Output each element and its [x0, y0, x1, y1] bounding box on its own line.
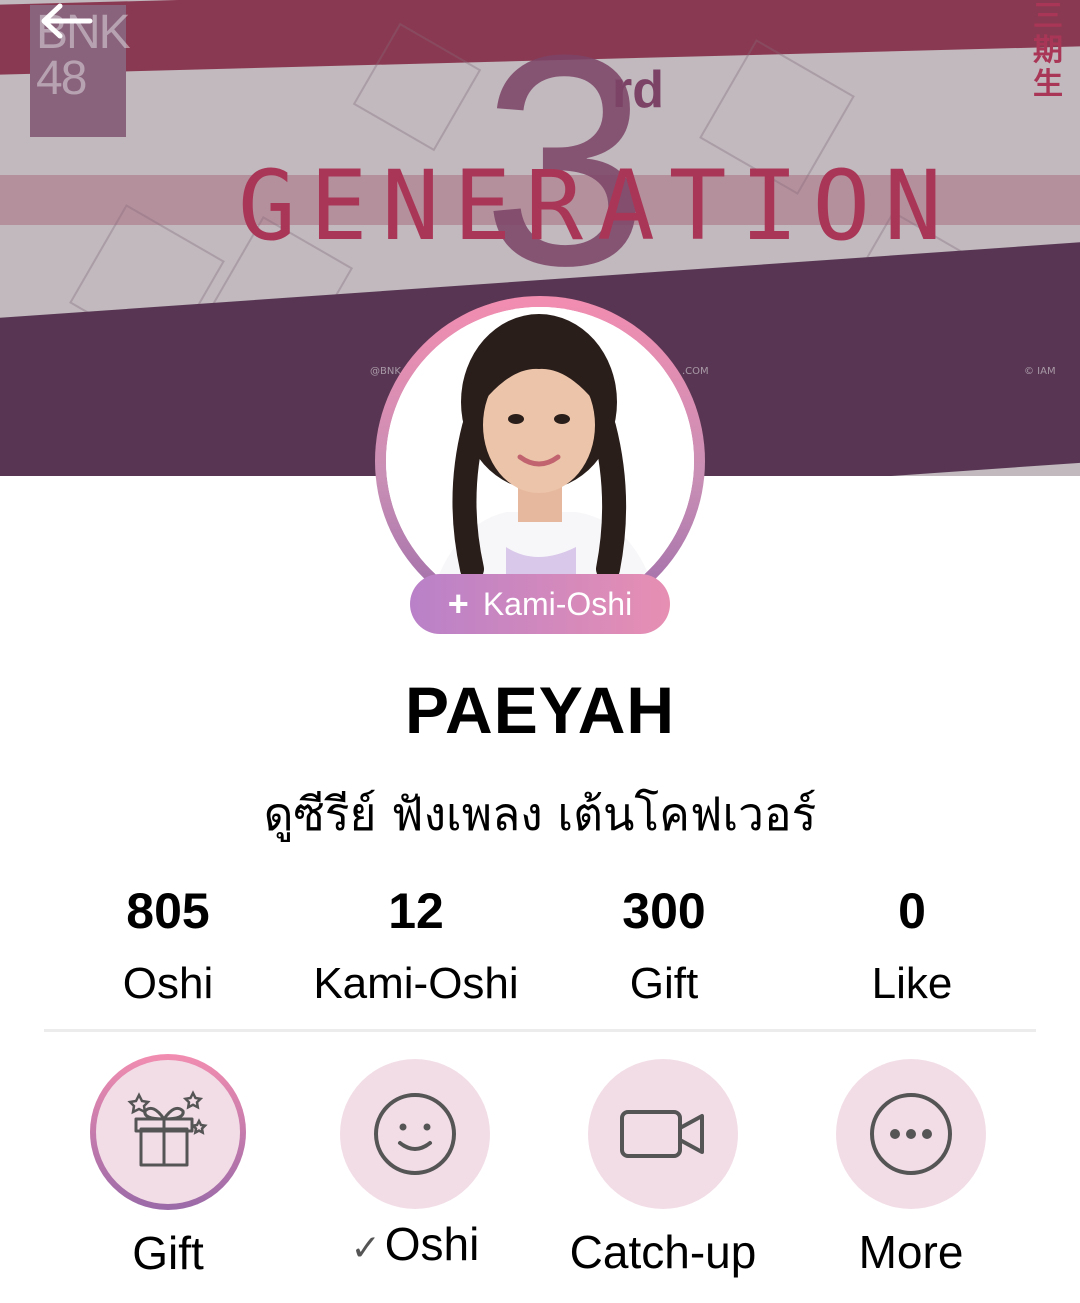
- stat-label: Like: [871, 959, 953, 1008]
- catch-up-action-circle: [588, 1059, 738, 1209]
- member-photo: [386, 307, 694, 615]
- action-bar: Gift ✓Oshi Catch-up More: [0, 1054, 1080, 1294]
- stats-divider: [44, 1029, 1036, 1032]
- stats-row: 805 Oshi 12 Kami-Oshi 300 Gift 0 Like: [44, 880, 1036, 1012]
- stat-label: Kami-Oshi: [313, 959, 519, 1008]
- stat-label: Gift: [629, 959, 699, 1008]
- oshi-action-label-row: ✓Oshi: [315, 1217, 515, 1271]
- stat-gift: 300 Gift: [540, 880, 788, 1012]
- stat-kami-oshi: 12 Kami-Oshi: [292, 880, 540, 1012]
- gift-icon: [127, 1090, 208, 1167]
- more-action-label: More: [858, 1226, 964, 1278]
- more-action-circle: [836, 1059, 986, 1209]
- gift-action-circle: [90, 1054, 246, 1210]
- stat-value: 0: [898, 883, 926, 939]
- gift-action-button[interactable]: Gift: [68, 1054, 268, 1280]
- video-camera-icon: [620, 1110, 704, 1158]
- more-action-button[interactable]: More: [811, 1059, 1011, 1279]
- check-icon: ✓: [350, 1227, 381, 1268]
- back-button[interactable]: [36, 0, 96, 42]
- stat-label: Oshi: [122, 959, 214, 1008]
- stat-value: 12: [388, 883, 444, 939]
- kami-oshi-button-label: Kami-Oshi: [482, 585, 633, 622]
- more-dots-icon: [870, 1093, 952, 1175]
- oshi-action-label: Oshi: [384, 1218, 480, 1270]
- arrow-left-icon: [41, 3, 93, 39]
- plus-icon: +: [447, 583, 469, 624]
- catch-up-action-label: Catch-up: [569, 1226, 757, 1278]
- stat-oshi: 805 Oshi: [44, 880, 292, 1012]
- oshi-action-circle: [340, 1059, 490, 1209]
- stat-value: 300: [622, 883, 706, 939]
- avatar[interactable]: [386, 307, 694, 615]
- oshi-action-button[interactable]: ✓Oshi: [315, 1059, 515, 1271]
- stat-like: 0 Like: [788, 880, 1036, 1012]
- smile-icon: [374, 1093, 456, 1175]
- gift-action-label: Gift: [132, 1227, 204, 1279]
- kami-oshi-button[interactable]: + Kami-Oshi: [410, 574, 670, 634]
- stat-value: 805: [126, 883, 210, 939]
- profile-bio: ดูซีรีย์ ฟังเพลง เต้นโคฟเวอร์: [263, 787, 817, 841]
- profile-name: PAEYAH: [404, 673, 676, 747]
- catch-up-action-button[interactable]: Catch-up: [563, 1059, 763, 1279]
